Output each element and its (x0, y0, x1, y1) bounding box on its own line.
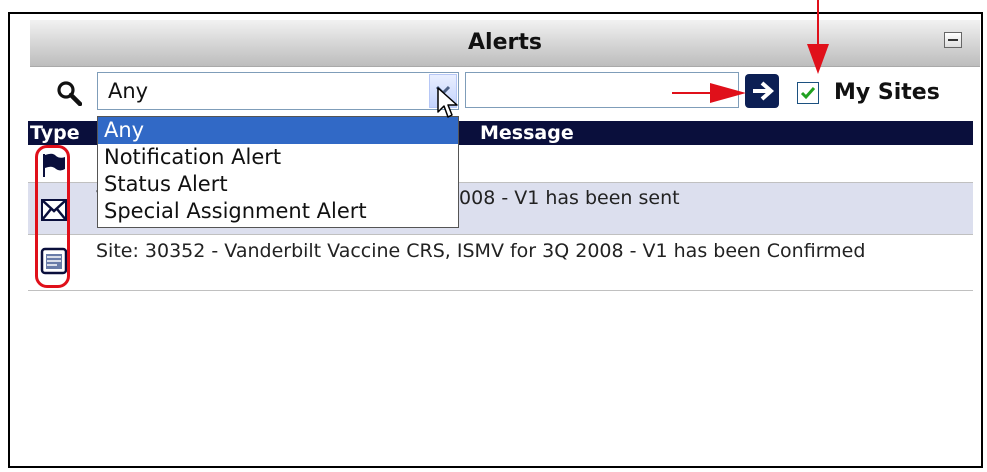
check-icon (800, 87, 816, 100)
my-sites-label: My Sites (834, 80, 940, 105)
dropdown-option-any[interactable]: Any (98, 117, 458, 144)
arrow-right-annotation-icon (672, 83, 746, 103)
dropdown-option-status-alert[interactable]: Status Alert (98, 171, 458, 198)
type-column-highlight (35, 145, 70, 288)
dropdown-option-notification-alert[interactable]: Notification Alert (98, 144, 458, 171)
column-header-message: Message (480, 122, 574, 144)
alert-type-dropdown-list[interactable]: Any Notification Alert Status Alert Spec… (97, 116, 459, 228)
my-sites-checkbox[interactable] (797, 82, 819, 104)
go-button[interactable] (745, 74, 779, 108)
column-header-type: Type (30, 122, 80, 144)
row-message: Site: 30352 - Vanderbilt Vaccine CRS, IS… (96, 240, 866, 262)
minimize-button[interactable] (944, 32, 962, 48)
alert-type-select[interactable]: Any (97, 72, 459, 110)
search-icon (56, 80, 83, 107)
dropdown-option-special-assignment-alert[interactable]: Special Assignment Alert (98, 198, 458, 225)
arrow-right-icon (753, 81, 775, 101)
alert-type-select-value: Any (108, 79, 149, 103)
arrow-down-annotation-icon (807, 0, 829, 74)
table-row[interactable]: Site: 30352 - Vanderbilt Vaccine CRS, IS… (28, 235, 973, 291)
mouse-cursor-icon (436, 86, 460, 120)
